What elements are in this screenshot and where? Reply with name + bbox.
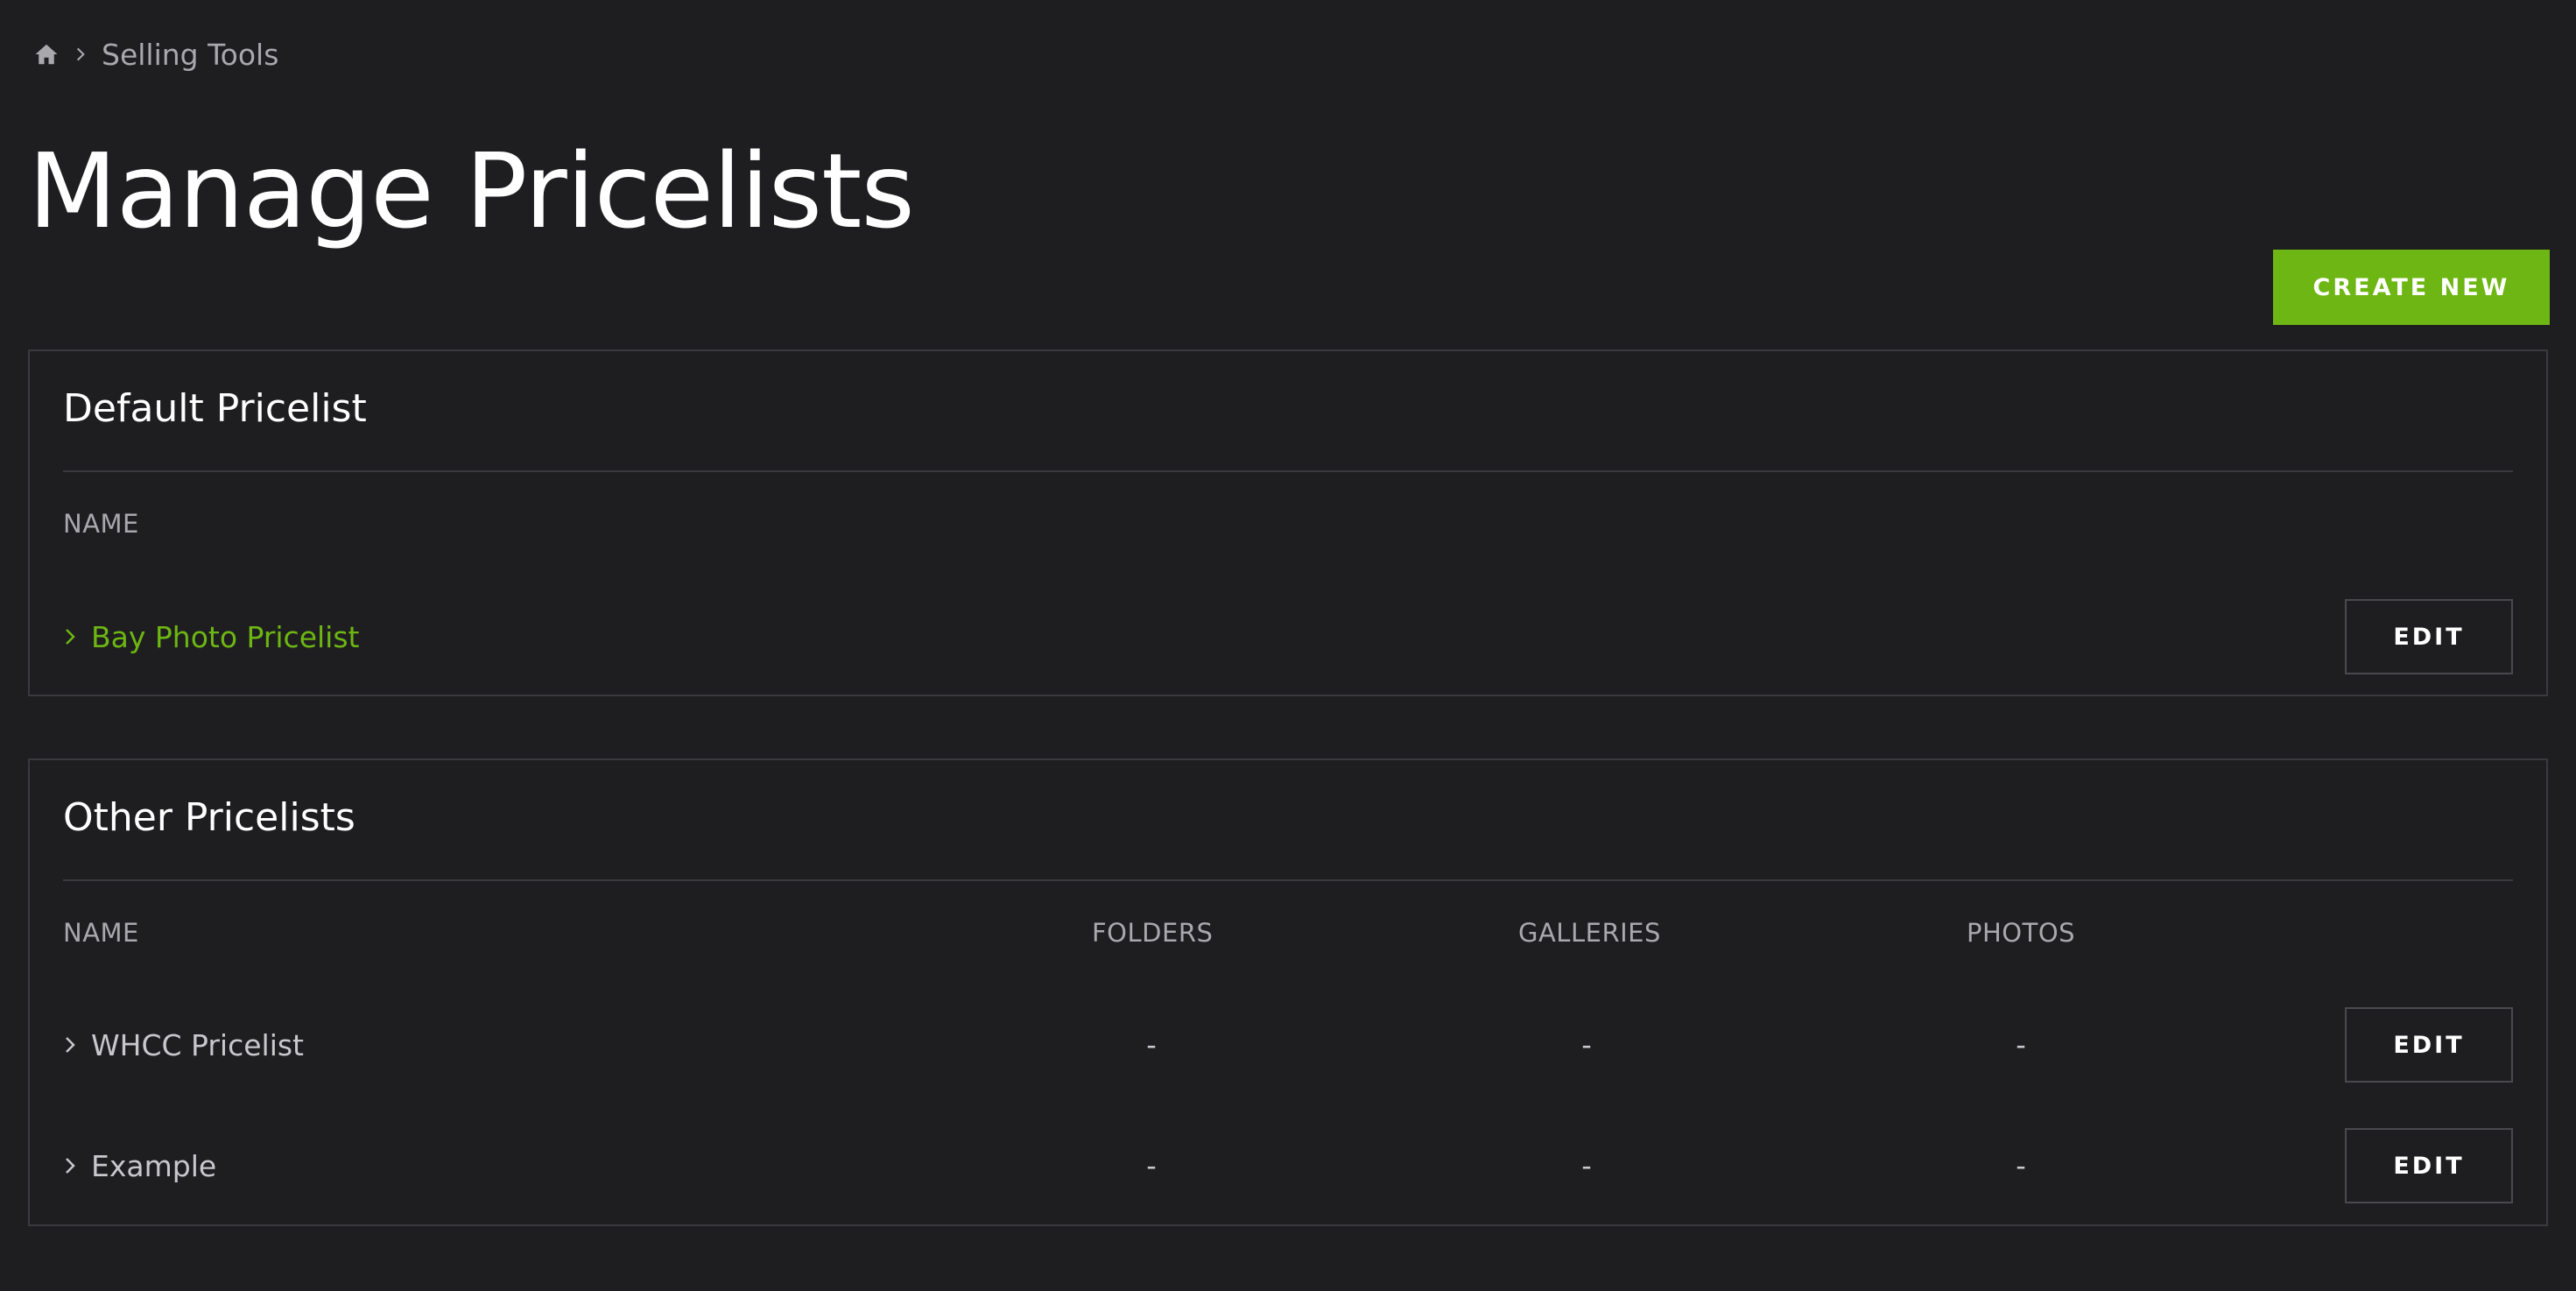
galleries-count: - xyxy=(1581,1149,1592,1182)
table-row: WHCC Pricelist - - - EDIT xyxy=(30,1007,2546,1083)
chevron-right-icon[interactable] xyxy=(63,1034,79,1055)
breadcrumb-item-selling-tools[interactable]: Selling Tools xyxy=(102,38,278,72)
column-header-galleries: GALLERIES xyxy=(1518,918,1661,948)
edit-button[interactable]: EDIT xyxy=(2345,1007,2513,1083)
breadcrumb: Selling Tools xyxy=(33,35,278,74)
column-header-photos: PHOTOS xyxy=(1967,918,2076,948)
folders-count: - xyxy=(1146,1028,1157,1062)
galleries-count: - xyxy=(1581,1028,1592,1062)
chevron-right-icon[interactable] xyxy=(63,1155,79,1176)
column-header-name: NAME xyxy=(63,509,139,539)
home-icon[interactable] xyxy=(33,41,60,67)
pricelist-name: WHCC Pricelist xyxy=(91,1027,304,1062)
chevron-right-icon xyxy=(72,46,89,63)
pricelist-name-link[interactable]: Example xyxy=(63,1128,216,1203)
page-title: Manage Pricelists xyxy=(28,131,915,251)
photos-count: - xyxy=(2016,1028,2026,1062)
divider xyxy=(63,879,2513,881)
pricelist-name: Example xyxy=(91,1148,217,1183)
table-row: Bay Photo Pricelist EDIT xyxy=(30,599,2546,674)
other-pricelists-heading: Other Pricelists xyxy=(63,795,355,840)
chevron-right-icon[interactable] xyxy=(63,626,79,647)
pricelist-name: Bay Photo Pricelist xyxy=(91,619,360,654)
photos-count: - xyxy=(2016,1149,2026,1182)
folders-count: - xyxy=(1146,1149,1157,1182)
edit-button[interactable]: EDIT xyxy=(2345,1128,2513,1203)
column-header-folders: FOLDERS xyxy=(1092,918,1214,948)
create-new-button[interactable]: CREATE NEW xyxy=(2273,250,2550,325)
other-pricelists-panel: Other Pricelists NAME FOLDERS GALLERIES … xyxy=(28,758,2548,1226)
column-header-name: NAME xyxy=(63,918,139,948)
divider xyxy=(63,470,2513,472)
edit-button[interactable]: EDIT xyxy=(2345,599,2513,674)
table-row: Example - - - EDIT xyxy=(30,1128,2546,1203)
default-pricelist-panel: Default Pricelist NAME Bay Photo Priceli… xyxy=(28,349,2548,696)
page: Selling Tools Manage Pricelists CREATE N… xyxy=(0,0,2576,1291)
pricelist-name-link[interactable]: Bay Photo Pricelist xyxy=(63,599,359,674)
default-pricelist-heading: Default Pricelist xyxy=(63,386,367,431)
pricelist-name-link[interactable]: WHCC Pricelist xyxy=(63,1007,304,1083)
